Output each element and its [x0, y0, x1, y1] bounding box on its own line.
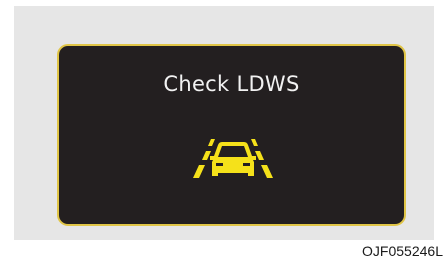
warning-message: Check LDWS: [163, 72, 300, 96]
cluster-display: Check LDWS: [57, 44, 406, 226]
figure-code: OJF055246L: [362, 243, 443, 259]
lane-departure-warning-icon: [193, 139, 273, 178]
